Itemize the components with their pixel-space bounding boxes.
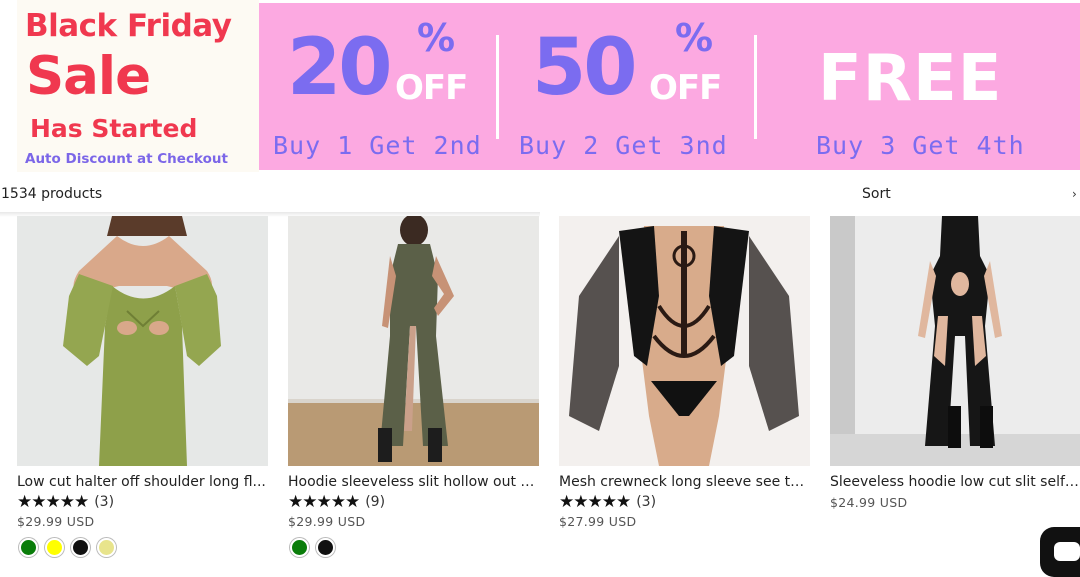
deal-terms: Buy 2 Get 3nd (519, 131, 728, 160)
star-rating-icon: ★★★★★ (17, 492, 89, 512)
banner-sale: Sale (26, 46, 151, 107)
product-image[interactable] (559, 216, 810, 466)
product-rating: ★★★★★ (3) (17, 492, 114, 512)
product-card[interactable]: Low cut halter off shoulder long fl... ★… (17, 216, 268, 557)
color-swatch-yellow[interactable] (45, 538, 64, 557)
color-swatch-black[interactable] (71, 538, 90, 557)
sort-select[interactable]: Sort (862, 186, 891, 202)
product-card[interactable]: Hoodie sleeveless slit hollow out s... ★… (288, 216, 539, 557)
deal-terms: Buy 3 Get 4th (816, 131, 1025, 160)
deals-panel: 20 % OFF Buy 1 Get 2nd 50 % OFF Buy 2 Ge… (259, 3, 1080, 170)
star-rating-icon: ★★★★★ (288, 492, 360, 512)
deal-free: FREE Buy 3 Get 4th (759, 3, 1080, 170)
product-photo (559, 216, 810, 466)
deal-percent-value: 20 (287, 23, 393, 113)
product-title[interactable]: Low cut halter off shoulder long fl... (17, 474, 268, 490)
chat-button[interactable] (1040, 527, 1080, 577)
product-title[interactable]: Sleeveless hoodie low cut slit self ... (830, 474, 1080, 490)
product-card[interactable]: Sleeveless hoodie low cut slit self ... … (830, 216, 1080, 510)
collection-toolbar: 1534 products Sort › (0, 172, 1080, 216)
color-swatch-green[interactable] (290, 538, 309, 557)
product-photo (288, 216, 539, 466)
product-rating: ★★★★★ (9) (288, 492, 385, 512)
deal-terms: Buy 1 Get 2nd (273, 131, 482, 160)
deal-percent-value: 50 (532, 23, 638, 113)
chevron-down-icon[interactable]: › (1072, 187, 1077, 201)
review-count: (9) (365, 494, 386, 510)
black-friday-panel: Black Friday Sale Has Started Auto Disco… (17, 0, 259, 172)
product-title[interactable]: Mesh crewneck long sleeve see th... (559, 474, 810, 490)
chat-icon (1054, 542, 1080, 561)
product-rating: ★★★★★ (3) (559, 492, 656, 512)
color-swatch-black[interactable] (316, 538, 335, 557)
product-image[interactable] (17, 216, 268, 466)
banner-started: Has Started (30, 114, 198, 143)
deal-divider (754, 35, 757, 139)
color-swatches (290, 538, 335, 557)
product-price: $27.99 USD (559, 514, 637, 529)
product-photo (830, 216, 1080, 466)
star-rating-icon: ★★★★★ (559, 492, 631, 512)
deal-50-off: 50 % OFF Buy 2 Get 3nd (499, 3, 759, 170)
product-count: 1534 products (1, 186, 103, 202)
color-swatch-khaki[interactable] (97, 538, 116, 557)
product-card[interactable]: Mesh crewneck long sleeve see th... ★★★★… (559, 216, 810, 529)
promo-banner[interactable]: Black Friday Sale Has Started Auto Disco… (0, 0, 1080, 172)
product-title[interactable]: Hoodie sleeveless slit hollow out s... (288, 474, 539, 490)
deal-off-label: OFF (649, 68, 722, 108)
banner-auto-discount: Auto Discount at Checkout (25, 151, 228, 167)
deal-free-label: FREE (818, 42, 1003, 116)
deal-off-label: OFF (395, 68, 468, 108)
review-count: (3) (94, 494, 115, 510)
product-photo (17, 216, 268, 466)
product-image[interactable] (288, 216, 539, 466)
deal-20-off: 20 % OFF Buy 1 Get 2nd (259, 3, 499, 170)
review-count: (3) (636, 494, 657, 510)
product-price: $29.99 USD (288, 514, 366, 529)
product-price: $24.99 USD (830, 495, 908, 510)
product-image[interactable] (830, 216, 1080, 466)
deal-percent-sign: % (675, 16, 714, 60)
banner-headline: Black Friday (25, 8, 232, 44)
deal-percent-sign: % (417, 16, 456, 60)
color-swatch-green[interactable] (19, 538, 38, 557)
color-swatches (19, 538, 116, 557)
product-price: $29.99 USD (17, 514, 95, 529)
